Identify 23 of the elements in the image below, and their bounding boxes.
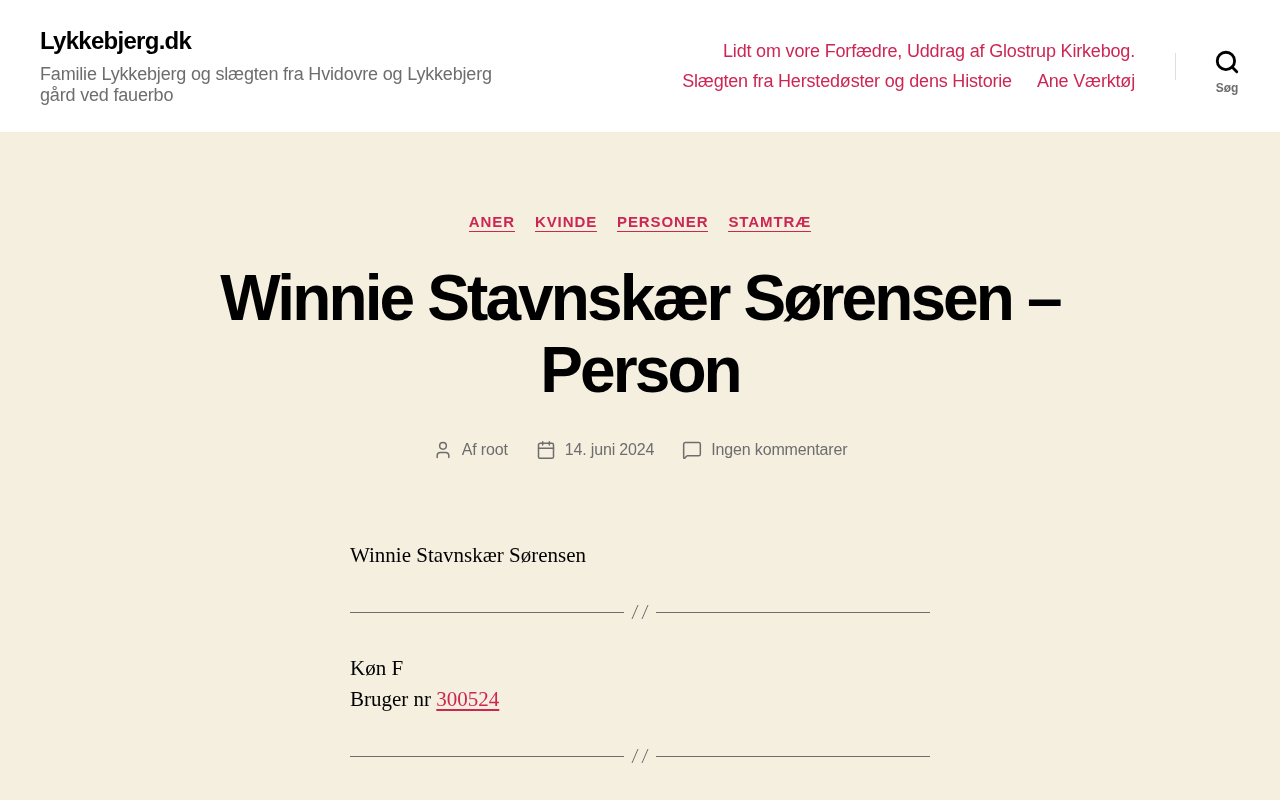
search-icon bbox=[1214, 49, 1240, 75]
post-title: Winnie Stavnskær Sørensen – Person bbox=[219, 262, 1062, 406]
speech-bubble-icon bbox=[682, 440, 703, 460]
nav-link[interactable]: Slægten fra Herstedøster og dens Historie bbox=[682, 69, 1012, 93]
category-link[interactable]: KVINDE bbox=[534, 212, 598, 232]
nav-link[interactable]: Ane Værktøj bbox=[1036, 69, 1135, 93]
body-text: Winnie Stavnskær Sørensen bbox=[350, 542, 587, 569]
meta-link[interactable]: Af root bbox=[461, 441, 508, 459]
meta-link[interactable]: 14. juni 2024 bbox=[564, 441, 655, 459]
search-button[interactable]: Søg bbox=[1214, 49, 1240, 95]
calendar-icon bbox=[535, 440, 556, 460]
double-slash-icon bbox=[631, 605, 649, 619]
body-text: Bruger nr 300524 bbox=[350, 686, 501, 713]
nav-link[interactable]: Lidt om vore Forfædre, Uddrag af Glostrup Kirkebog. bbox=[723, 39, 1135, 63]
site-title[interactable]: Lykkebjerg.dk bbox=[40, 27, 192, 56]
number-link[interactable]: 300524 bbox=[436, 687, 500, 711]
double-slash-icon bbox=[631, 749, 649, 763]
meta-link[interactable]: Ingen kommentarer bbox=[711, 441, 848, 459]
body-text: Køn F bbox=[350, 655, 405, 682]
category-link[interactable]: ANER bbox=[468, 212, 515, 232]
category-link[interactable]: PERSONER bbox=[617, 212, 709, 232]
category-link[interactable]: STAMTRÆ bbox=[728, 212, 812, 232]
site-description: Familie Lykkebjerg og slægten fra Hvidovre og Lykkebjerg gård ved fauerbo bbox=[40, 63, 493, 107]
